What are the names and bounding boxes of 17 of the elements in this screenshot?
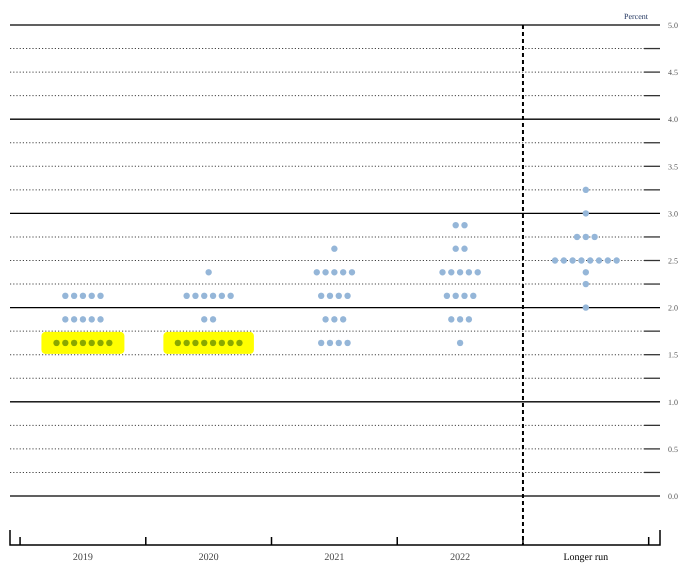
y-tick-label: 3.5 — [668, 162, 678, 172]
axis-unit-label: Percent — [624, 12, 648, 21]
x-tick-label: Longer run — [563, 552, 608, 563]
x-tick-label: 2022 — [450, 552, 470, 563]
y-tick-label: 2.5 — [668, 256, 678, 266]
y-tick-label: 4.0 — [668, 115, 678, 124]
y-tick-label: 1.0 — [668, 398, 678, 407]
y-tick-label: 2.0 — [668, 304, 678, 313]
y-tick-label: 0.5 — [668, 444, 678, 454]
x-tick-label: 2021 — [324, 552, 344, 563]
y-tick-label: 4.5 — [668, 68, 678, 78]
y-tick-label: 5.0 — [668, 21, 678, 30]
y-tick-label: 1.5 — [668, 350, 678, 360]
y-tick-label: 3.0 — [668, 209, 678, 218]
x-tick-label: 2020 — [198, 552, 219, 563]
x-tick-label: 2019 — [72, 552, 93, 563]
y-tick-label: 0.0 — [668, 492, 678, 501]
